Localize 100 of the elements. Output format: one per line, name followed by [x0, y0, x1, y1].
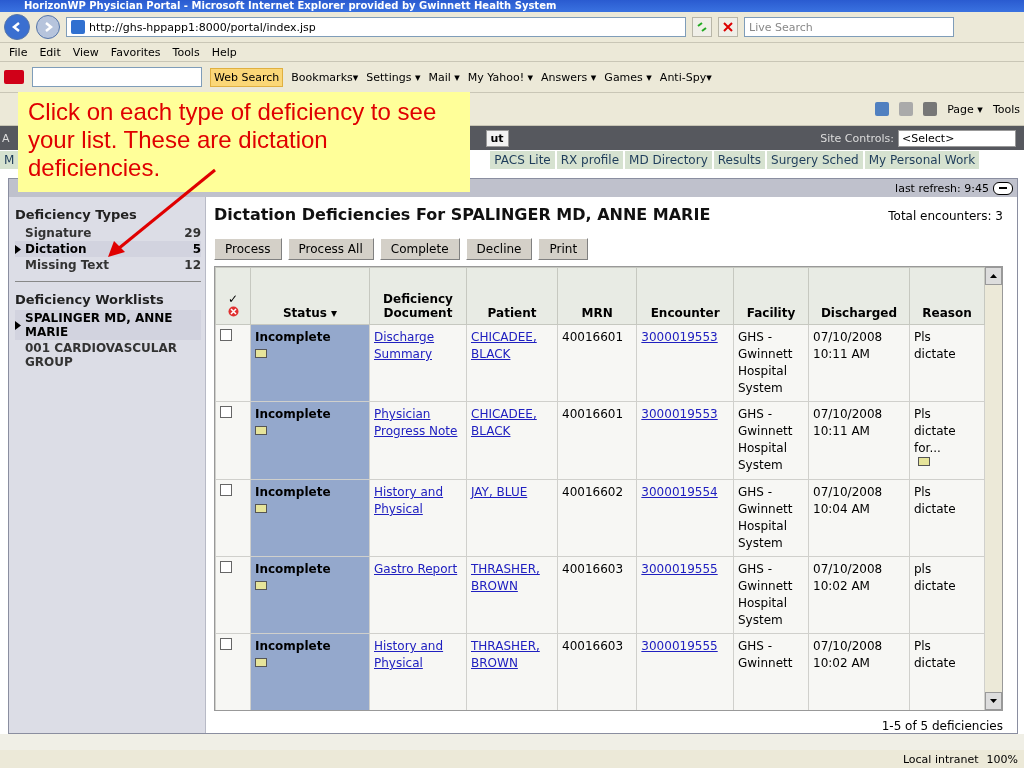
section-title: Deficiency Worklists: [15, 292, 165, 307]
window-title: HorizonWP Physician Portal - Microsoft Internet Explorer provided by Gwinnett Health System: [0, 0, 1024, 12]
search-field[interactable]: Live Search: [744, 17, 954, 37]
worklist-item[interactable]: 001 CARDIOVASCULAR GROUP: [15, 340, 201, 370]
forward-button[interactable]: [36, 15, 60, 39]
page-title: Dictation Deficiencies For SPALINGER MD, ANNE MARIE: [214, 205, 711, 224]
note-icon[interactable]: [255, 349, 267, 358]
reason-text: pls dictate: [914, 561, 957, 595]
menu-item[interactable]: File: [4, 45, 33, 59]
decline-icon: [227, 306, 239, 317]
note-icon[interactable]: [255, 581, 267, 590]
site-controls-label: Site Controls:: [820, 131, 894, 145]
zoom-text: 100%: [986, 752, 1018, 766]
note-icon[interactable]: [255, 426, 267, 435]
collapse-icon[interactable]: [993, 181, 1013, 195]
address-field[interactable]: http://ghs-hppapp1:8000/portal/index.jsp: [66, 17, 686, 37]
menu-item[interactable]: Help: [206, 45, 242, 59]
column-header: ✓: [215, 267, 251, 325]
encounter-link[interactable]: 3000019553: [641, 406, 729, 423]
scroll-up-icon[interactable]: [990, 274, 997, 278]
nav-tab[interactable]: RX profile: [556, 151, 624, 169]
encounter-link[interactable]: 3000019553: [641, 329, 729, 346]
mrn-cell: 40016603: [557, 633, 637, 710]
facility-cell: GHS - Gwinnett: [733, 633, 809, 710]
facility-cell: GHS - Gwinnett Hospital System: [733, 479, 809, 557]
deficiency-type[interactable]: Dictation 5: [15, 241, 201, 257]
zone-text: Local intranet: [902, 752, 979, 766]
menu-item[interactable]: Favorites: [105, 45, 166, 59]
command-item[interactable]: Tools: [992, 102, 1020, 116]
reason-text: Pls dictate: [914, 638, 957, 672]
facility-cell: GHS - Gwinnett Hospital System: [733, 556, 809, 634]
mrn-cell: 40016601: [557, 401, 637, 480]
note-icon[interactable]: [918, 457, 930, 466]
pointer-icon: [15, 320, 21, 330]
encounter-link[interactable]: 3000019554: [641, 484, 729, 501]
web-search-button[interactable]: Web Search: [210, 67, 284, 87]
horizontal-scrollbar[interactable]: [0, 734, 1024, 750]
refresh-time: last refresh: 9:45: [895, 181, 989, 195]
toolbar-item[interactable]: Bookmarks▾: [291, 70, 359, 84]
deficiency-type[interactable]: Signature 29: [15, 225, 201, 241]
note-icon[interactable]: [255, 504, 267, 513]
row-checkbox[interactable]: [220, 638, 232, 650]
section-title: Deficiency Types: [15, 207, 138, 222]
action-button[interactable]: Decline: [465, 238, 533, 260]
toolbar-item[interactable]: Anti-Spy▾: [659, 70, 712, 84]
document-link[interactable]: Gastro Report: [374, 561, 462, 578]
toolbar-item[interactable]: Games ▾: [604, 70, 652, 84]
scroll-down-icon[interactable]: [990, 699, 997, 703]
nav-tab[interactable]: MD Directory: [625, 151, 712, 169]
status-text: Incomplete: [255, 639, 331, 653]
row-checkbox[interactable]: [220, 406, 232, 418]
logout-button[interactable]: ut: [485, 129, 509, 147]
refresh-button[interactable]: [692, 17, 712, 37]
total-count: Total encounters: 3: [888, 209, 1003, 223]
column-header: Patient: [466, 267, 558, 325]
encounter-link[interactable]: 3000019555: [641, 561, 729, 578]
column-header: Discharged: [808, 267, 910, 325]
toolbar-search-field[interactable]: [32, 67, 202, 87]
worklist-item[interactable]: SPALINGER MD, ANNE MARIE: [15, 310, 201, 340]
reason-text: Pls dictate: [914, 329, 957, 363]
patient-link[interactable]: JAY, BLUE: [471, 484, 553, 501]
close-icon: [723, 22, 733, 32]
site-controls-select[interactable]: <Select>: [898, 129, 1016, 147]
menu-item[interactable]: Edit: [34, 45, 66, 59]
column-header: Encounter: [636, 267, 734, 325]
scrollbar[interactable]: [985, 267, 1002, 710]
mrn-cell: 40016601: [557, 324, 637, 402]
status-text: Incomplete: [255, 562, 331, 576]
stop-button[interactable]: [718, 17, 738, 37]
toolbar-item[interactable]: Answers ▾: [541, 70, 597, 84]
action-button[interactable]: Print: [538, 238, 589, 260]
action-button[interactable]: Complete: [379, 238, 460, 260]
nav-tab[interactable]: PACS Lite: [490, 151, 555, 169]
facility-cell: GHS - Gwinnett Hospital System: [733, 324, 809, 402]
action-button[interactable]: Process All: [287, 238, 374, 260]
toolbar-item[interactable]: Settings ▾: [366, 70, 421, 84]
deficiency-type[interactable]: Missing Text 12: [15, 257, 201, 273]
row-checkbox[interactable]: [220, 484, 232, 496]
menu-item[interactable]: View: [67, 45, 104, 59]
menu-item[interactable]: Tools: [167, 45, 205, 59]
column-header[interactable]: Status ▾: [250, 267, 370, 325]
nav-tab[interactable]: My Personal Work: [864, 151, 980, 169]
note-icon[interactable]: [255, 658, 267, 667]
nav-tab[interactable]: Results: [713, 151, 766, 169]
header-text: A: [2, 131, 10, 145]
mrn-cell: 40016603: [557, 556, 637, 634]
nav-tab[interactable]: Surgery Sched: [767, 151, 863, 169]
row-checkbox[interactable]: [220, 329, 232, 341]
discharged-cell: 07/10/2008 10:11 AM: [808, 324, 910, 402]
toolbar-item[interactable]: Mail ▾: [428, 70, 460, 84]
action-button[interactable]: Process: [214, 238, 282, 260]
toolbar-item[interactable]: My Yahoo! ▾: [467, 70, 534, 84]
status-text: Incomplete: [255, 330, 331, 344]
encounter-link[interactable]: 3000019555: [641, 638, 729, 655]
back-button[interactable]: [4, 14, 30, 40]
row-checkbox[interactable]: [220, 561, 232, 573]
column-header: Reason: [909, 267, 985, 325]
command-item[interactable]: Page ▾: [947, 102, 983, 116]
nav-tab[interactable]: M: [0, 151, 19, 169]
status-text: Incomplete: [255, 407, 331, 421]
